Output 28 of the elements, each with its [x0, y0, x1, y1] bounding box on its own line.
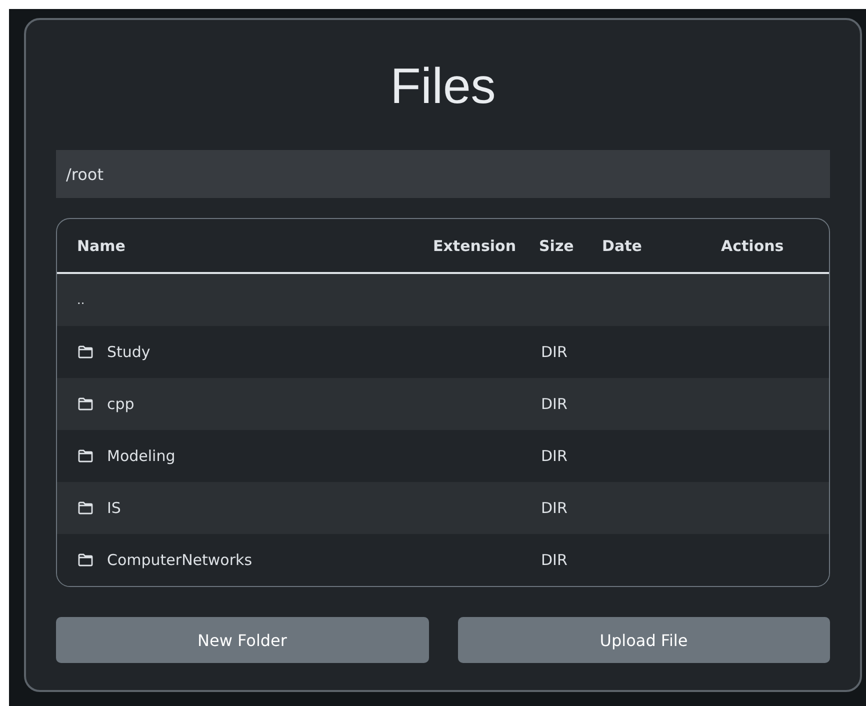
- folder-icon: [77, 397, 94, 411]
- file-size: DIR: [541, 395, 568, 413]
- folder-icon: [77, 553, 94, 567]
- file-name: ..: [77, 293, 85, 307]
- file-row[interactable]: ..: [57, 274, 829, 326]
- file-size: DIR: [541, 447, 568, 465]
- file-row[interactable]: IS DIR: [57, 482, 829, 534]
- file-row[interactable]: cpp DIR: [57, 378, 829, 430]
- column-header: Extension: [432, 236, 517, 254]
- column-header: Actions: [720, 236, 785, 254]
- page-title: Files: [389, 57, 497, 116]
- path-field[interactable]: /root: [56, 150, 830, 198]
- file-size: DIR: [541, 343, 568, 361]
- column-header: Size: [538, 236, 575, 254]
- action-button[interactable]: New Folder: [56, 617, 428, 663]
- file-name: Modeling: [107, 447, 176, 465]
- file-name: Study: [107, 343, 150, 361]
- file-size: DIR: [541, 499, 568, 517]
- folder-icon: [77, 501, 94, 515]
- folder-icon: [77, 449, 94, 463]
- file-name: IS: [107, 499, 121, 517]
- file-size: DIR: [541, 551, 568, 569]
- file-name: cpp: [107, 395, 134, 413]
- column-header: Date: [601, 236, 643, 254]
- file-name: ComputerNetworks: [107, 551, 252, 569]
- folder-icon: [77, 345, 94, 359]
- action-button[interactable]: Upload File: [458, 617, 830, 663]
- column-header: Name: [76, 236, 126, 254]
